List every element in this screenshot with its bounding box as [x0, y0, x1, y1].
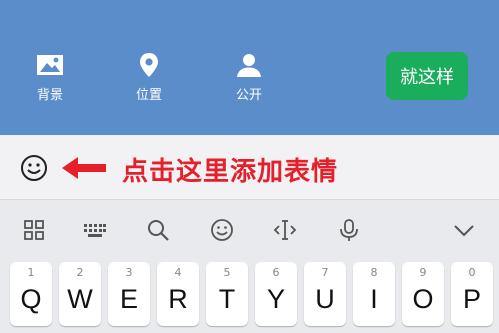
chevron-down-icon[interactable] — [452, 218, 476, 242]
compose-options-panel: 背景 位置 公开 就这样 — [0, 0, 499, 135]
key-i[interactable]: 8 I — [353, 262, 395, 326]
cursor-icon[interactable] — [273, 218, 297, 242]
key-u[interactable]: 7 U — [304, 262, 346, 326]
key-e[interactable]: 3 E — [108, 262, 150, 326]
key-r[interactable]: 4 R — [157, 262, 199, 326]
done-button[interactable]: 就这样 — [386, 52, 468, 100]
public-button[interactable]: 公开 — [214, 52, 284, 103]
key-w[interactable]: 2 W — [59, 262, 101, 326]
location-label: 位置 — [135, 88, 162, 103]
grid-icon[interactable] — [22, 218, 46, 242]
location-button[interactable]: 位置 — [114, 52, 184, 103]
key-q[interactable]: 1 Q — [10, 262, 52, 326]
background-label: 背景 — [36, 88, 63, 103]
background-button[interactable]: 背景 — [15, 52, 85, 103]
public-label: 公开 — [235, 88, 262, 103]
key-t[interactable]: 5 T — [206, 262, 248, 326]
input-bar: 点击这里添加表情 — [0, 135, 499, 200]
hint-text: 点击这里添加表情 — [122, 157, 339, 187]
keyboard-toolbar — [0, 200, 499, 256]
person-icon — [237, 54, 261, 77]
key-o[interactable]: 9 O — [402, 262, 444, 326]
search-icon[interactable] — [146, 218, 170, 242]
image-icon — [37, 55, 63, 75]
key-p[interactable]: 0 P — [451, 262, 493, 326]
location-pin-icon — [140, 53, 158, 77]
mic-icon[interactable] — [337, 218, 361, 242]
emoji-icon[interactable] — [20, 154, 48, 182]
keyboard-icon[interactable] — [82, 218, 108, 242]
key-y[interactable]: 6 Y — [255, 262, 297, 326]
emoji-icon[interactable] — [210, 218, 234, 242]
keyboard-letter-row: 1 Q 2 W 3 E 4 R 5 T 6 Y 7 U 8 I 9 O 0 P — [0, 256, 499, 333]
left-arrow-icon — [62, 157, 106, 179]
